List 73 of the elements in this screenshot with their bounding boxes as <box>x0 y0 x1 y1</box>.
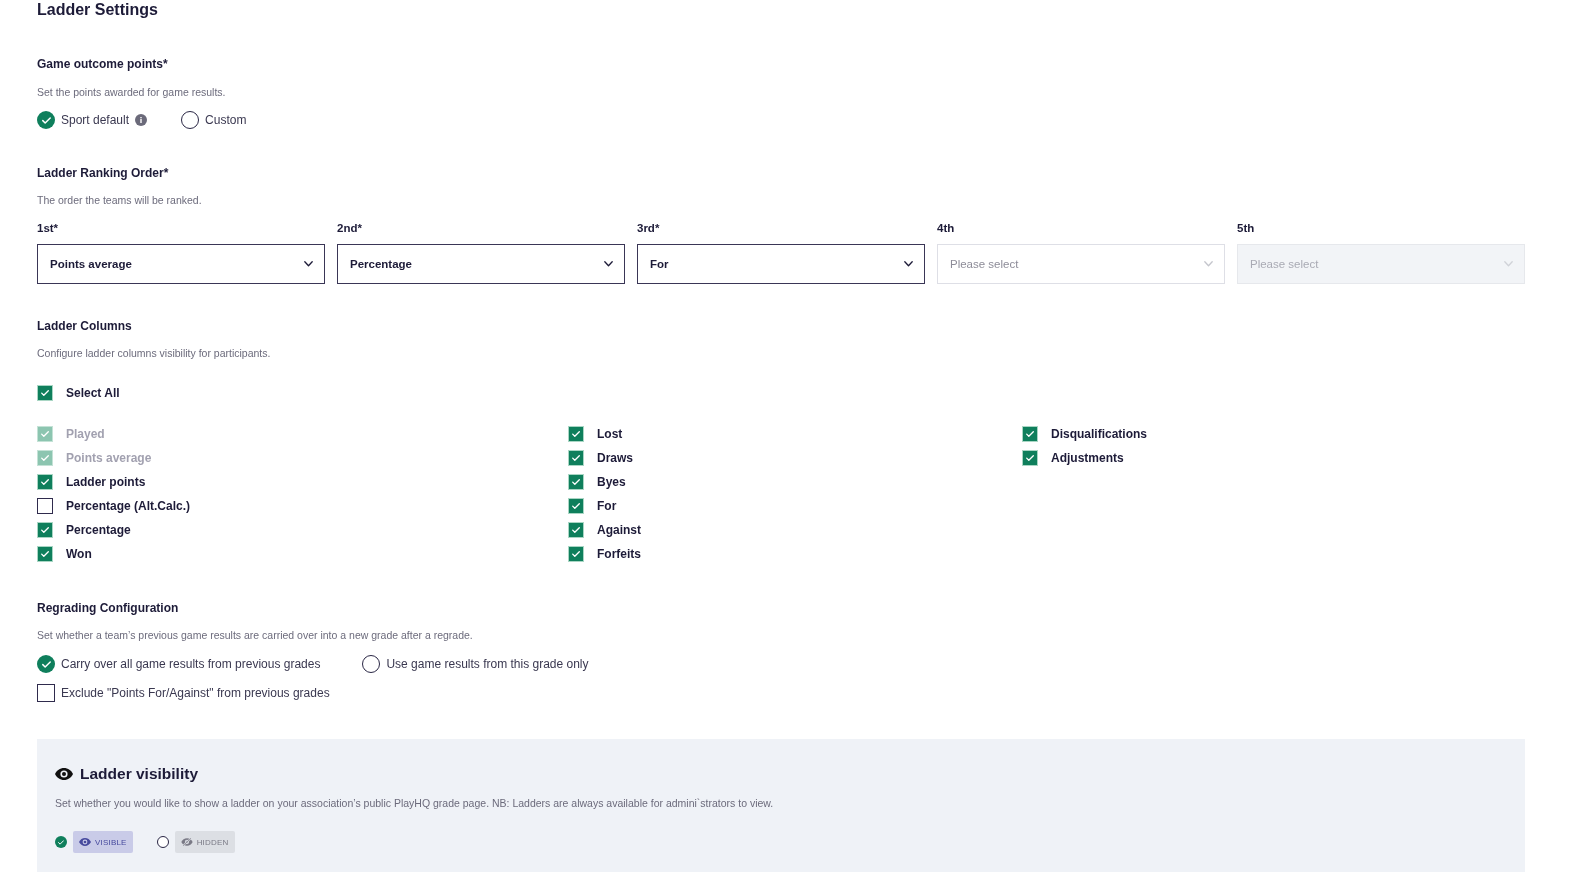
checkbox-label[interactable]: Ladder points <box>66 475 146 489</box>
field-label: 2nd* <box>337 221 362 235</box>
eye-icon <box>55 768 73 780</box>
section-title: Game outcome points* <box>37 57 168 71</box>
section-title: Regrading Configuration <box>37 601 179 615</box>
field-label: 1st* <box>37 221 59 235</box>
check-icon <box>41 431 49 437</box>
chevron-down-icon <box>1504 261 1513 267</box>
radio-label[interactable]: Sport default <box>61 113 130 127</box>
check-icon <box>572 479 580 485</box>
section-description: Configure ladder columns visibility for participants. <box>37 346 271 360</box>
dropdown[interactable]: For <box>637 244 925 284</box>
checkbox-label[interactable]: Disqualifications <box>1051 427 1148 441</box>
checkbox[interactable] <box>37 498 53 514</box>
checkbox-label[interactable]: Percentage <box>66 523 131 537</box>
radio-button[interactable] <box>362 655 381 673</box>
eye-off-icon <box>180 838 193 846</box>
dropdown[interactable]: Percentage <box>337 244 625 284</box>
checkbox-label[interactable]: Won <box>66 547 92 561</box>
chevron-down-icon <box>304 261 313 267</box>
info-icon[interactable] <box>135 114 148 126</box>
check-icon <box>572 551 580 557</box>
panel-description: Set whether you would like to show a ladder on your association’s public PlayHQ grade page. NB: Ladders are always available for admini`strators to view. <box>55 796 774 810</box>
check-icon <box>1026 431 1034 437</box>
chevron-down-icon <box>904 261 913 267</box>
check-icon <box>41 479 49 485</box>
checkbox-label[interactable]: Draws <box>597 451 634 465</box>
radio-button[interactable] <box>156 836 169 848</box>
visibility-option-button[interactable]: VISIBLE <box>73 831 133 853</box>
panel-title: Ladder visibility <box>80 764 198 784</box>
radio-label[interactable]: Custom <box>205 113 247 127</box>
checkbox-label[interactable]: Forfeits <box>597 547 641 561</box>
check-icon <box>41 551 49 557</box>
checkbox-label[interactable]: Byes <box>597 475 626 489</box>
check-icon <box>41 660 51 668</box>
radio-button[interactable] <box>37 111 55 129</box>
section-description: Set the points awarded for game results. <box>37 85 226 99</box>
section-title: Ladder Columns <box>37 319 132 333</box>
checkbox-label[interactable]: Against <box>597 523 641 537</box>
page-title: Ladder Settings <box>37 0 158 19</box>
check-icon <box>572 503 580 509</box>
radio-label[interactable]: Use game results from this grade only <box>386 657 589 671</box>
radio-button[interactable] <box>55 836 67 848</box>
radio-label[interactable]: Carry over all game results from previous grades <box>61 657 321 671</box>
checkbox-label[interactable]: Lost <box>597 427 623 441</box>
eye-icon <box>79 838 91 846</box>
check-icon <box>1026 455 1034 461</box>
field-label: 4th <box>937 221 955 235</box>
checkbox-label[interactable]: Select All <box>66 386 120 400</box>
checkbox-label[interactable]: Percentage (Alt.Calc.) <box>66 499 191 513</box>
checkbox[interactable] <box>37 684 55 702</box>
check-icon <box>41 116 51 124</box>
dropdown[interactable]: Please select <box>937 244 1225 284</box>
field-label: 3rd* <box>637 221 660 235</box>
check-icon <box>41 527 49 533</box>
field-label: 5th <box>1237 221 1255 235</box>
section-description: Set whether a team’s previous game results are carried over into a new grade after a regrade. <box>37 628 473 642</box>
check-icon <box>572 431 580 437</box>
chevron-down-icon <box>1204 261 1213 267</box>
radio-button[interactable] <box>37 655 55 673</box>
checkbox-label[interactable]: Adjustments <box>1051 451 1124 465</box>
check-icon <box>572 527 580 533</box>
checkbox-label[interactable]: For <box>597 499 617 513</box>
section-title: Ladder Ranking Order* <box>37 166 169 180</box>
checkbox-label[interactable]: Exclude "Points For/Against" from previous grades <box>61 686 330 700</box>
section-description: The order the teams will be ranked. <box>37 193 202 207</box>
dropdown[interactable]: Points average <box>37 244 325 284</box>
check-icon <box>41 455 49 461</box>
chevron-down-icon <box>604 261 613 267</box>
radio-button[interactable] <box>181 111 200 129</box>
check-icon <box>572 455 580 461</box>
check-icon <box>41 390 49 396</box>
check-icon <box>58 839 64 845</box>
